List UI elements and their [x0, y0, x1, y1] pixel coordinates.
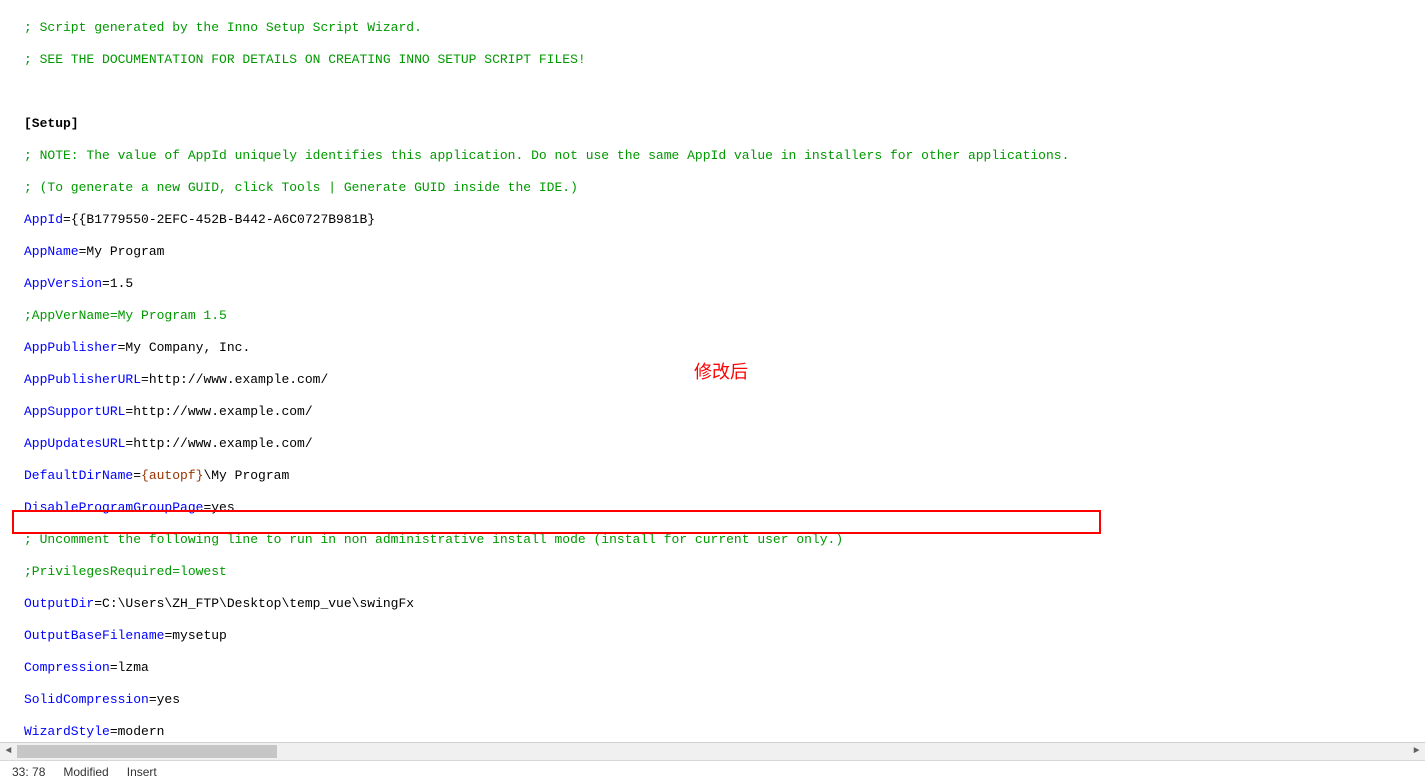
value: = [133, 468, 141, 483]
value: =modern [110, 724, 165, 739]
status-mode: Insert [127, 764, 157, 780]
value: =1.5 [102, 276, 133, 291]
comment-line: ; (To generate a new GUID, click Tools |… [24, 180, 578, 195]
horizontal-scrollbar[interactable]: ◄ ► [0, 742, 1425, 760]
value: =yes [149, 692, 180, 707]
directive: AppName [24, 244, 79, 259]
value: =My Company, Inc. [118, 340, 251, 355]
directive: DisableProgramGroupPage [24, 500, 203, 515]
value: =http://www.example.com/ [125, 436, 312, 451]
comment-line: ; SEE THE DOCUMENTATION FOR DETAILS ON C… [24, 52, 586, 67]
directive: AppPublisherURL [24, 372, 141, 387]
directive: AppUpdatesURL [24, 436, 125, 451]
scroll-right-button[interactable]: ► [1408, 744, 1425, 759]
scroll-track[interactable] [17, 744, 1408, 759]
directive: WizardStyle [24, 724, 110, 739]
value: \My Program [203, 468, 289, 483]
scroll-left-button[interactable]: ◄ [0, 744, 17, 759]
directive: AppSupportURL [24, 404, 125, 419]
value: =http://www.example.com/ [125, 404, 312, 419]
directive: DefaultDirName [24, 468, 133, 483]
value: =C:\Users\ZH_FTP\Desktop\temp_vue\swingF… [94, 596, 414, 611]
directive: AppVersion [24, 276, 102, 291]
code-editor[interactable]: ; Script generated by the Inno Setup Scr… [0, 0, 1425, 760]
status-bar: 33: 78 Modified Insert [0, 760, 1425, 782]
directive: AppId [24, 212, 63, 227]
annotation-label: 修改后 [694, 364, 748, 380]
comment-line: ;PrivilegesRequired=lowest [24, 564, 227, 579]
directive: OutputBaseFilename [24, 628, 164, 643]
value: =mysetup [164, 628, 226, 643]
directive: OutputDir [24, 596, 94, 611]
value: =yes [203, 500, 234, 515]
value: =http://www.example.com/ [141, 372, 328, 387]
comment-line: ; NOTE: The value of AppId uniquely iden… [24, 148, 1069, 163]
value: =lzma [110, 660, 149, 675]
value: ={{B1779550-2EFC-452B-B442-A6C0727B981B} [63, 212, 375, 227]
scroll-thumb[interactable] [17, 745, 277, 758]
directive: AppPublisher [24, 340, 118, 355]
const: {autopf} [141, 468, 203, 483]
comment-line: ;AppVerName=My Program 1.5 [24, 308, 227, 323]
status-position: 33: 78 [12, 764, 45, 780]
section-setup: [Setup] [24, 116, 79, 131]
directive: Compression [24, 660, 110, 675]
directive: SolidCompression [24, 692, 149, 707]
value: =My Program [79, 244, 165, 259]
status-modified: Modified [63, 764, 108, 780]
comment-line: ; Uncomment the following line to run in… [24, 532, 843, 547]
comment-line: ; Script generated by the Inno Setup Scr… [24, 20, 422, 35]
